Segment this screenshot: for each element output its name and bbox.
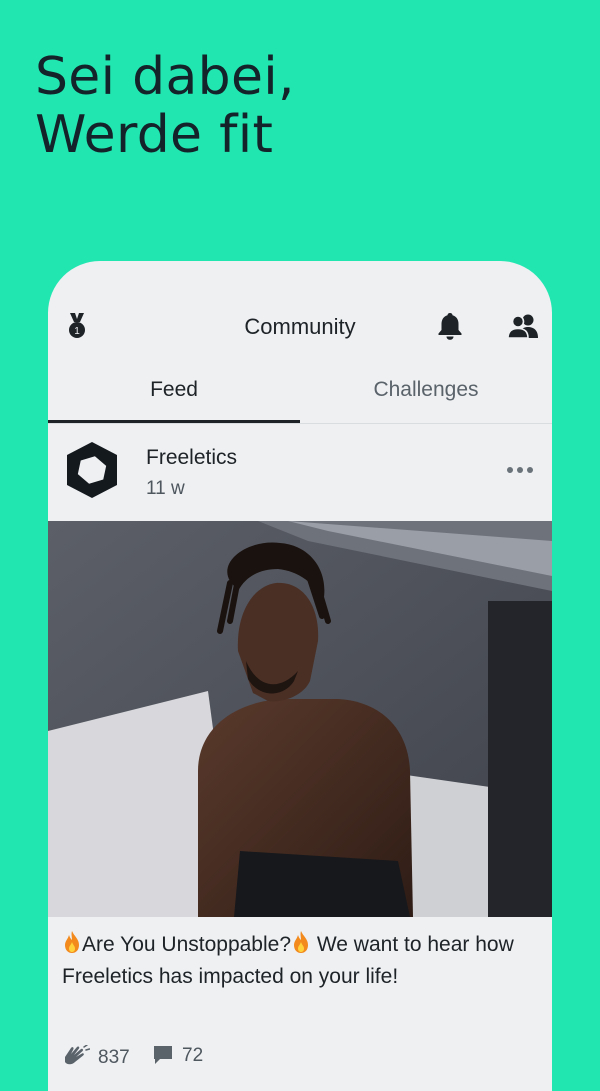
fire-emoji-icon (65, 931, 79, 953)
page-title: Community (244, 314, 356, 339)
more-options-icon[interactable] (506, 466, 534, 474)
post-caption: Are You Unstoppable? We want to hear how… (62, 929, 542, 993)
fire-emoji-icon (294, 931, 309, 953)
post-photo[interactable] (48, 521, 552, 917)
post-time: 11 w (146, 478, 185, 499)
clap-count: 837 (98, 1047, 130, 1068)
comment-button[interactable]: 72 (152, 1045, 203, 1067)
top-bar: 1 Community (48, 261, 552, 381)
tab-feed[interactable]: Feed (48, 365, 300, 423)
freeletics-logo-avatar[interactable] (62, 440, 122, 500)
post-author[interactable]: Freeletics (146, 446, 237, 470)
caption-text-1: Are You Unstoppable? (82, 933, 292, 956)
headline: Sei dabei, Werde fit (35, 48, 295, 164)
people-icon[interactable] (507, 314, 539, 338)
clap-icon (65, 1044, 91, 1065)
active-tab-indicator (48, 420, 300, 423)
headline-line-1: Sei dabei, (35, 47, 295, 107)
comment-icon (154, 1046, 172, 1064)
bell-icon[interactable] (437, 312, 463, 340)
tab-bar: Feed Challenges (48, 365, 552, 424)
headline-line-2: Werde fit (35, 105, 274, 165)
post-header: Freeletics 11 w (48, 424, 552, 521)
comment-count: 72 (182, 1045, 204, 1066)
tab-challenges[interactable]: Challenges (300, 365, 552, 423)
clap-button[interactable]: 837 (62, 1044, 130, 1069)
phone-screen: 1 Community Feed Challenges Freeletics 1… (48, 261, 552, 1091)
